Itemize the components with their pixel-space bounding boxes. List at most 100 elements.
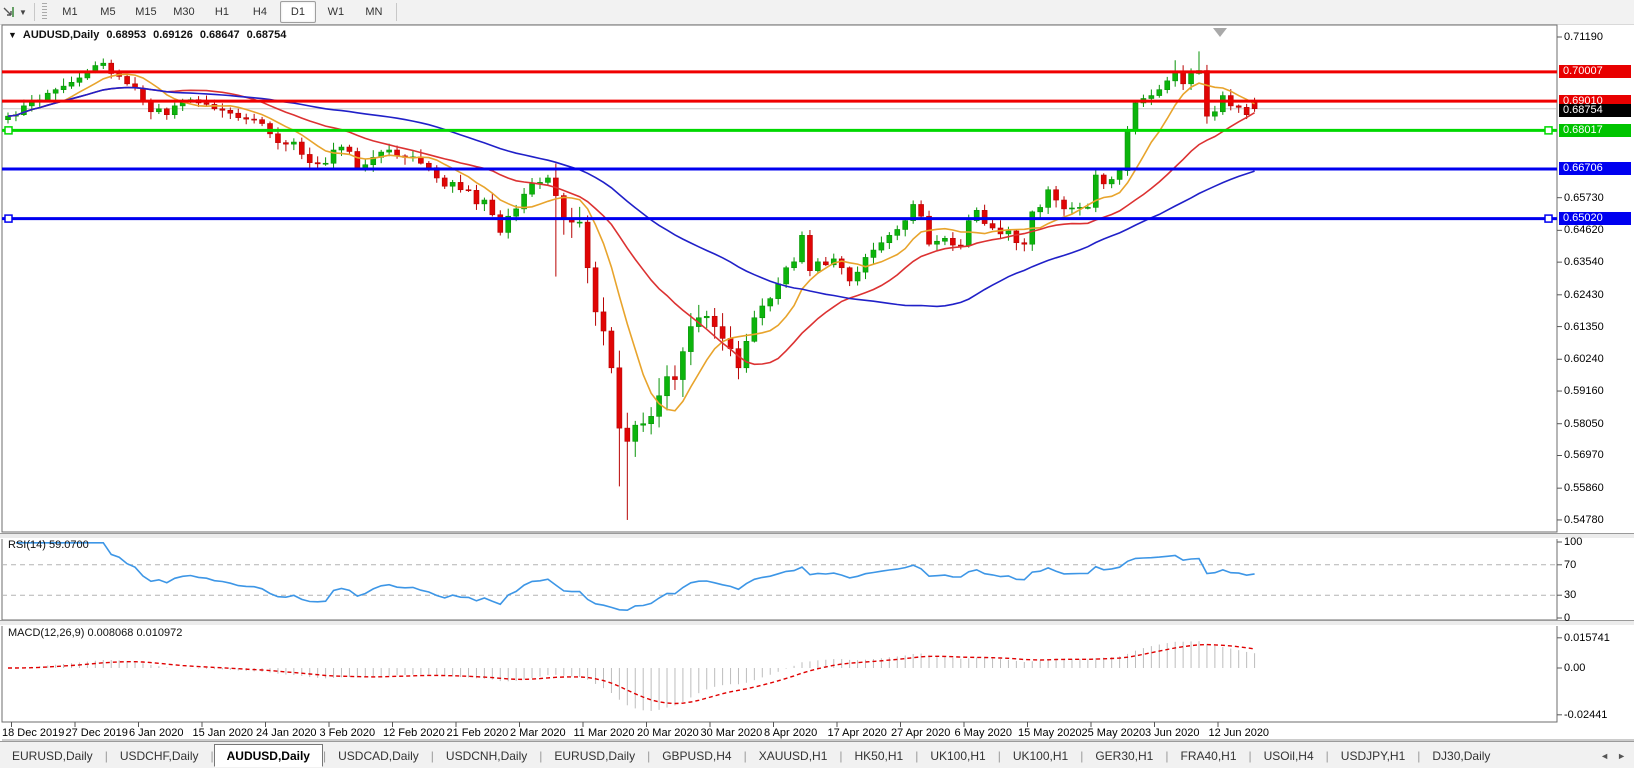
hline-handle[interactable] bbox=[1545, 215, 1552, 222]
hline-handle[interactable] bbox=[1545, 127, 1552, 134]
rsi-plot-frame bbox=[2, 536, 1557, 620]
candle-body bbox=[275, 134, 280, 143]
candle-body bbox=[1125, 131, 1130, 171]
candle-body bbox=[990, 224, 995, 228]
candle-body bbox=[1101, 175, 1106, 184]
chart-tab-usdcnh-daily[interactable]: USDCNH,Daily bbox=[434, 745, 539, 766]
chart-tab-audusd-daily[interactable]: AUDUSD,Daily bbox=[214, 744, 323, 767]
panel-separator[interactable] bbox=[0, 533, 1634, 539]
price-tick-label: 0.56970 bbox=[1564, 449, 1604, 462]
candle-body bbox=[1117, 171, 1122, 180]
candle-body bbox=[839, 259, 844, 268]
price-badge-0.68754: 0.68754 bbox=[1559, 104, 1631, 117]
candle-body bbox=[863, 257, 868, 272]
candle-body bbox=[1204, 71, 1209, 117]
candle-body bbox=[220, 109, 225, 110]
candle-body bbox=[776, 284, 781, 299]
price-badge-0.66706: 0.66706 bbox=[1559, 162, 1631, 175]
candle-body bbox=[879, 243, 884, 250]
candle-body bbox=[903, 221, 908, 230]
price-tick-label: 0.54780 bbox=[1564, 514, 1604, 527]
chart-tab-bar: EURUSD,Daily|USDCHF,Daily|AUDUSD,Daily|U… bbox=[0, 741, 1634, 768]
candle-body bbox=[458, 182, 463, 189]
candle-body bbox=[530, 184, 535, 194]
chart-tab-usoil-h4[interactable]: USOil,H4 bbox=[1252, 745, 1326, 766]
chart-tab-eurusd-daily[interactable]: EURUSD,Daily bbox=[0, 745, 105, 766]
candle-body bbox=[474, 190, 479, 204]
candle-body bbox=[744, 341, 749, 367]
chart-tab-uk100-h1[interactable]: UK100,H1 bbox=[918, 745, 997, 766]
panel-separator[interactable] bbox=[0, 620, 1634, 626]
macd-plot-area[interactable] bbox=[8, 641, 1255, 711]
date-label: 2 Mar 2020 bbox=[510, 727, 566, 739]
candle-body bbox=[490, 200, 495, 215]
chart-tab-xauusd-h1[interactable]: XAUUSD,H1 bbox=[747, 745, 840, 766]
candle-body bbox=[950, 238, 955, 245]
candle-body bbox=[665, 377, 670, 396]
candle-body bbox=[1236, 106, 1241, 107]
candles bbox=[6, 51, 1258, 520]
candle-body bbox=[720, 327, 725, 339]
price-badge-0.70007: 0.70007 bbox=[1559, 65, 1631, 78]
date-label: 21 Feb 2020 bbox=[447, 727, 509, 739]
candle-body bbox=[617, 368, 622, 428]
macd-plot-frame bbox=[2, 624, 1557, 722]
chart-tab-hk50-h1[interactable]: HK50,H1 bbox=[843, 745, 916, 766]
candle-body bbox=[800, 235, 805, 261]
candle-body bbox=[236, 113, 241, 117]
hline-handle[interactable] bbox=[5, 127, 12, 134]
chart-tab-dj30-daily[interactable]: DJ30,Daily bbox=[1420, 745, 1502, 766]
candle-body bbox=[307, 154, 312, 162]
date-label: 15 Jan 2020 bbox=[193, 727, 254, 739]
chart-shift-marker[interactable] bbox=[1213, 28, 1227, 37]
date-label: 11 Mar 2020 bbox=[574, 727, 635, 739]
candle-body bbox=[601, 312, 606, 331]
ohlc-close: 0.68754 bbox=[247, 29, 287, 41]
chart-tab-usdchf-daily[interactable]: USDCHF,Daily bbox=[108, 745, 211, 766]
candle-body bbox=[585, 222, 590, 268]
price-badge-0.65020: 0.65020 bbox=[1559, 212, 1631, 225]
macd-axis-label: -0.02441 bbox=[1564, 709, 1607, 722]
date-label: 18 Dec 2019 bbox=[2, 727, 64, 739]
candle-body bbox=[268, 124, 273, 134]
candle-body bbox=[514, 209, 519, 216]
hline-handle[interactable] bbox=[5, 215, 12, 222]
chart-collapse-caret[interactable]: ▼ bbox=[8, 30, 17, 40]
macd-signal-value: 0.010972 bbox=[136, 627, 182, 639]
tab-scroll-left-icon[interactable]: ◄ bbox=[1600, 751, 1609, 761]
candle-body bbox=[760, 306, 765, 318]
candle-body bbox=[101, 63, 106, 65]
date-label: 3 Jun 2020 bbox=[1145, 727, 1199, 739]
rsi-label: RSI(14) 59.0700 bbox=[8, 539, 89, 551]
ma-45-line bbox=[8, 88, 1255, 307]
chart-tab-usdjpy-h1[interactable]: USDJPY,H1 bbox=[1329, 745, 1417, 766]
candle-body bbox=[1157, 90, 1162, 96]
candle-body bbox=[625, 428, 630, 441]
candle-body bbox=[847, 268, 852, 281]
chart-tab-ger30-h1[interactable]: GER30,H1 bbox=[1083, 745, 1165, 766]
chart-tab-fra40-h1[interactable]: FRA40,H1 bbox=[1168, 745, 1248, 766]
candle-body bbox=[387, 150, 392, 152]
chart-canvas[interactable] bbox=[0, 0, 1634, 768]
rsi-axis-label: 0 bbox=[1564, 612, 1570, 625]
ma-8-line bbox=[8, 74, 1255, 411]
candle-body bbox=[1109, 179, 1114, 183]
chart-tab-eurusd-daily[interactable]: EURUSD,Daily bbox=[542, 745, 647, 766]
candle-body bbox=[426, 163, 431, 167]
chart-tab-uk100-h1[interactable]: UK100,H1 bbox=[1001, 745, 1080, 766]
candle-body bbox=[895, 229, 900, 235]
candle-body bbox=[315, 163, 320, 164]
tab-scroll-right-icon[interactable]: ► bbox=[1617, 751, 1626, 761]
rsi-plot-area[interactable] bbox=[2, 543, 1557, 610]
candle-body bbox=[887, 235, 892, 242]
candle-body bbox=[125, 76, 130, 83]
candle-body bbox=[688, 327, 693, 352]
candle-body bbox=[140, 88, 145, 101]
chart-tab-gbpusd-h4[interactable]: GBPUSD,H4 bbox=[650, 745, 743, 766]
main-plot-area[interactable] bbox=[2, 51, 1557, 520]
candle-body bbox=[148, 101, 153, 111]
chart-tab-usdcad-daily[interactable]: USDCAD,Daily bbox=[326, 745, 431, 766]
candle-body bbox=[1165, 81, 1170, 90]
macd-axis-label: 0.015741 bbox=[1564, 632, 1610, 645]
macd-axis-label: 0.00 bbox=[1564, 662, 1585, 675]
